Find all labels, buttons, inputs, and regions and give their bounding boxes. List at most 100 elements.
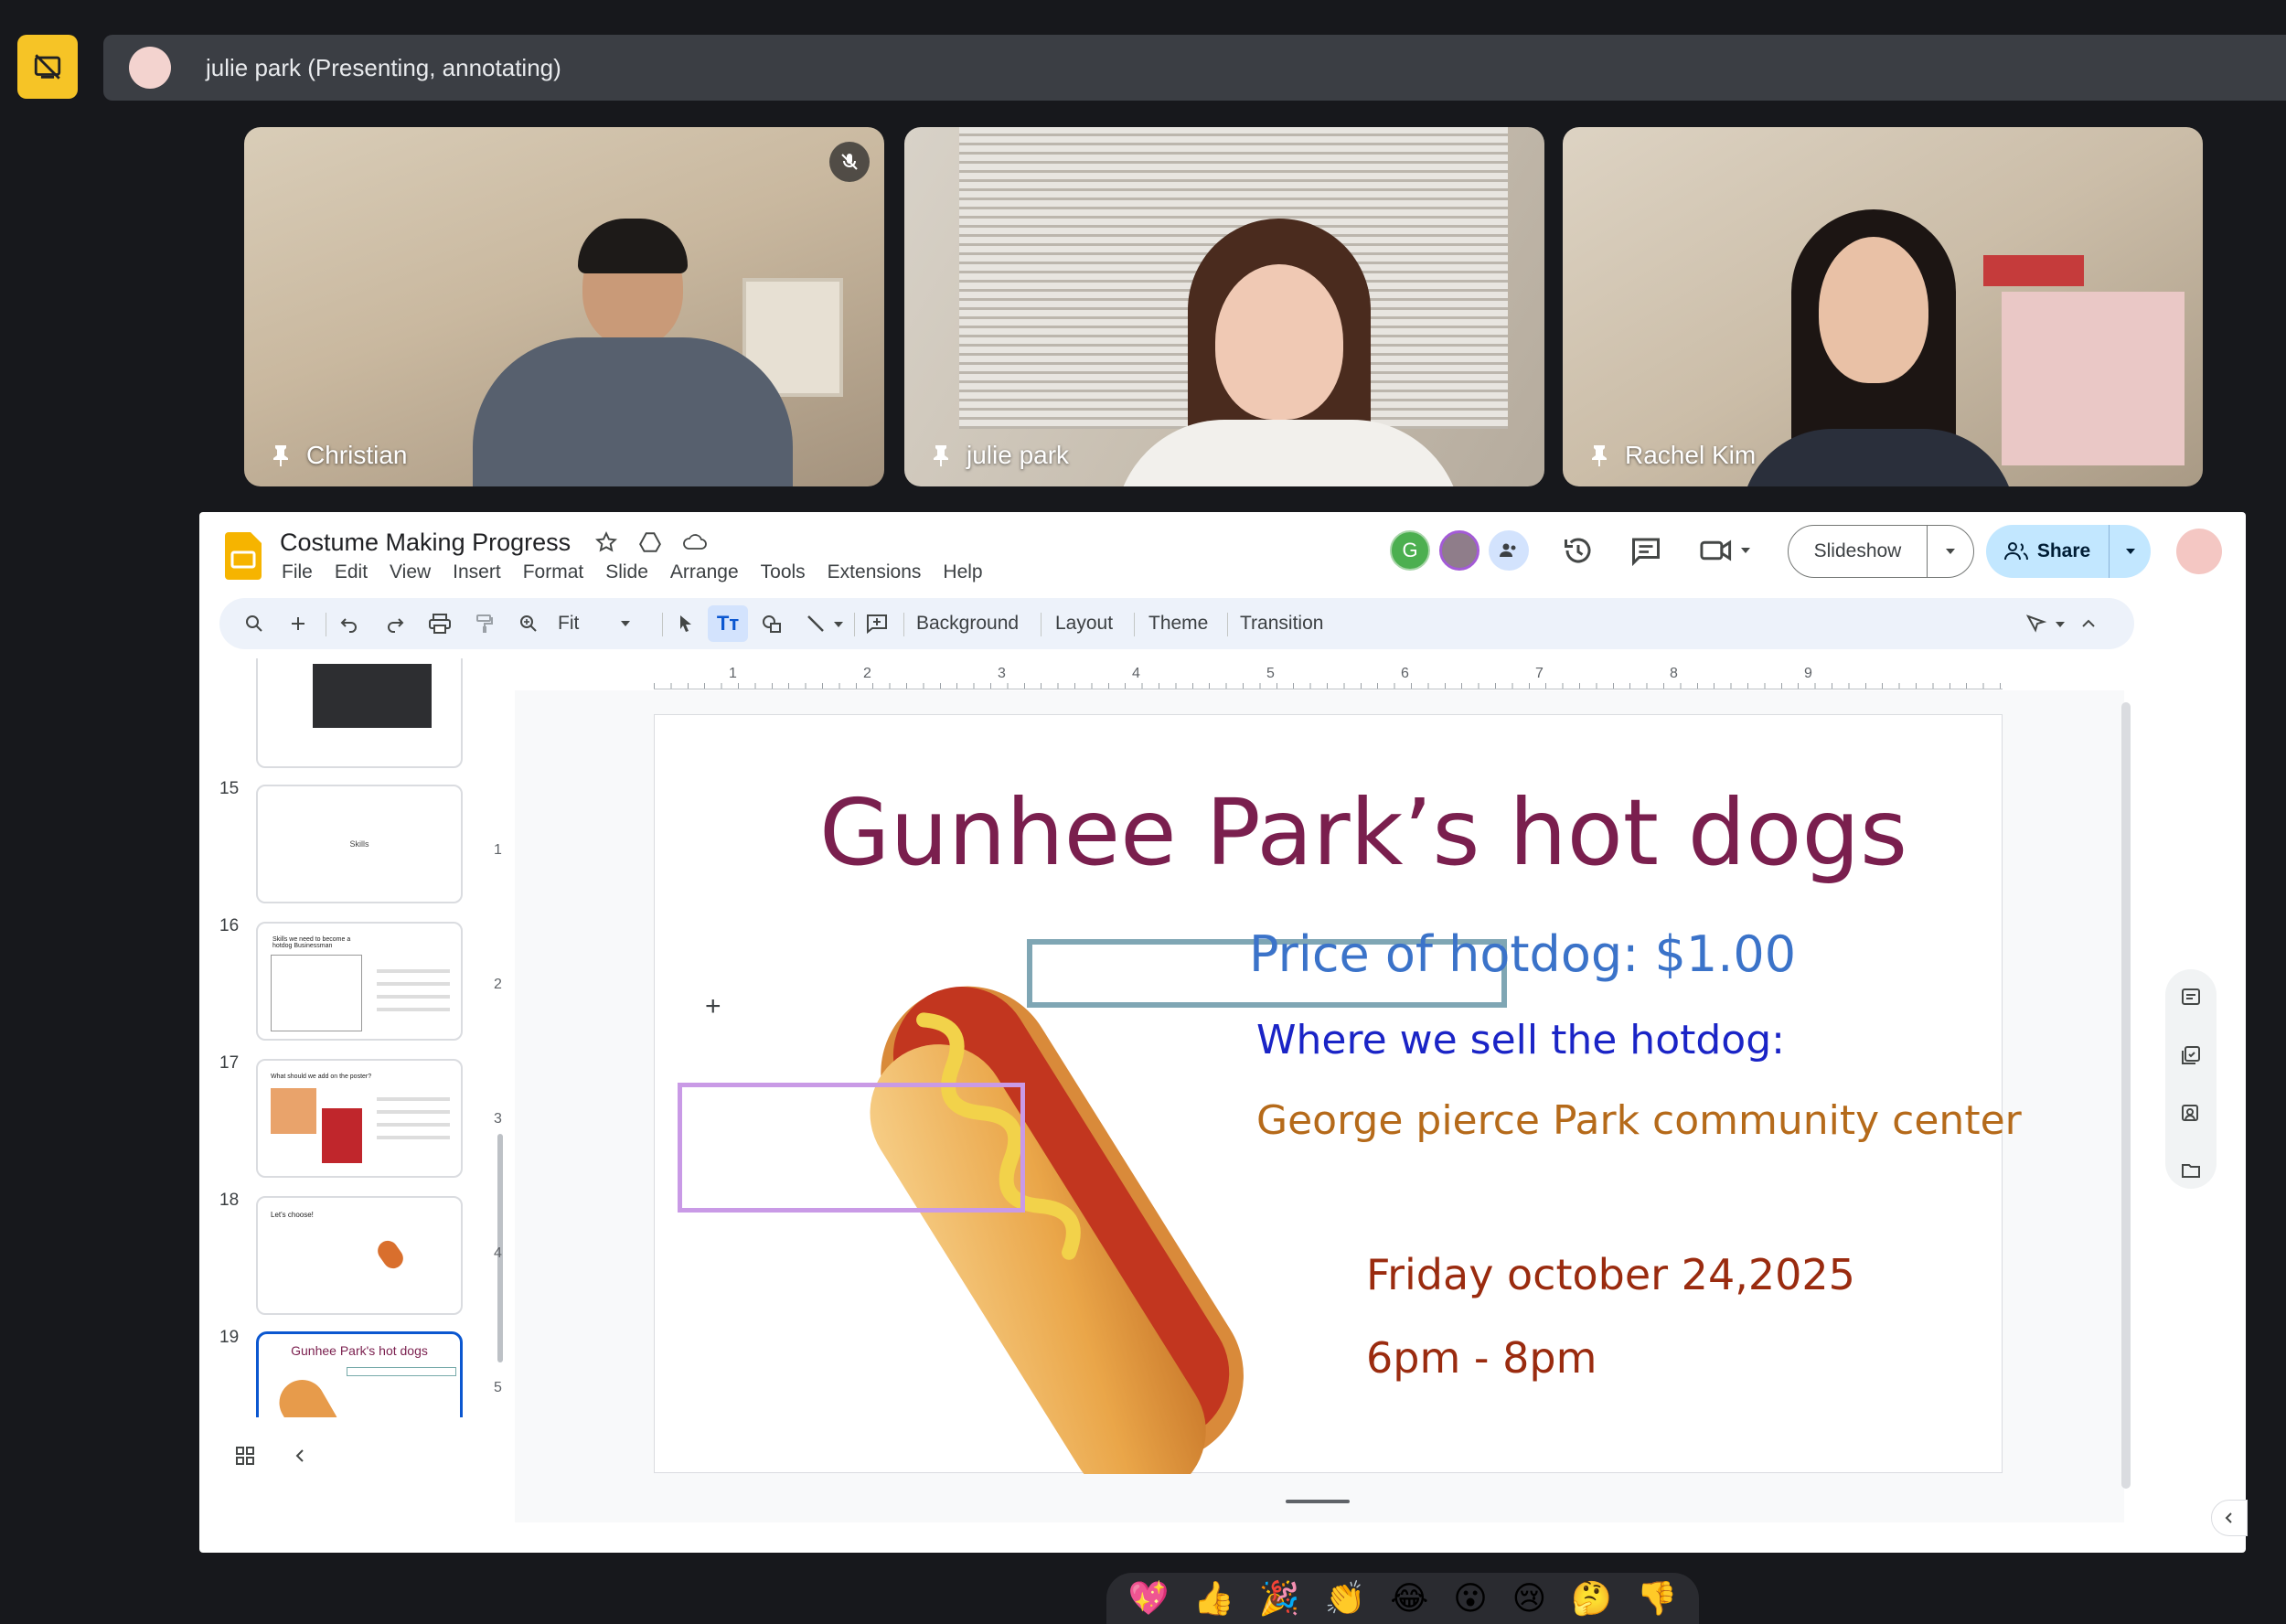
time-text[interactable]: 6pm - 8pm [1366,1333,1597,1383]
reaction-thinking[interactable]: 🤔 [1571,1582,1612,1615]
zoom-icon[interactable] [518,613,539,635]
canvas-scrollbar[interactable] [2121,702,2131,1489]
reaction-surprised[interactable]: 😮 [1453,1582,1488,1615]
share-button-group: Share [1986,525,2151,578]
slide-number: 16 [219,916,240,935]
select-cursor-icon[interactable] [675,613,697,635]
menu-view[interactable]: View [390,561,431,583]
reactions-bar: 💖 👍 🎉 👏 😂 😮 😢 🤔 👎 [1106,1573,1699,1624]
chevron-down-icon [1741,548,1750,553]
date-text[interactable]: Friday october 24,2025 [1366,1250,1855,1299]
collaborator-overflow[interactable] [1489,530,1529,571]
move-to-drive-icon[interactable] [638,530,662,554]
share-button[interactable]: Share [1986,525,2109,578]
chevron-down-icon[interactable] [832,620,845,629]
price-text[interactable]: Price of hotdog: $1.00 [1249,925,1796,983]
slide-thumbnail-16[interactable]: Skills we need to become a hotdog Busine… [256,922,463,1041]
side-panel [2165,969,2217,1189]
collaborator-avatar-photo[interactable] [1439,530,1479,571]
slide-thumbnail-15[interactable]: Skills [256,785,463,903]
participant-name: Rachel Kim [1590,441,1756,470]
location-heading[interactable]: Where we sell the hotdog: [1256,1017,1785,1063]
menu-slide[interactable]: Slide [605,561,648,583]
menu-tools[interactable]: Tools [761,561,806,583]
grid-view-icon[interactable] [234,1445,256,1467]
theme-button[interactable]: Theme [1148,598,1208,649]
speaker-notes-handle[interactable] [1286,1500,1350,1503]
slideshow-options-button[interactable] [1928,526,1973,577]
slides-logo-icon [225,532,262,580]
menu-format[interactable]: Format [523,561,584,583]
toolbar: Fit Tт Background Layout Theme Transitio… [219,598,2134,649]
keep-icon[interactable] [2180,986,2202,1008]
comments-icon[interactable] [1629,534,1662,567]
background-button[interactable]: Background [916,598,1019,649]
join-call-button[interactable] [1699,534,1752,567]
show-side-panel-button[interactable] [2211,1500,2248,1536]
reaction-sad[interactable]: 😢 [1512,1582,1547,1615]
menu-arrange[interactable]: Arrange [670,561,739,583]
shape-icon[interactable] [761,613,785,635]
slide-thumbnail-14[interactable] [256,658,463,768]
person-body [473,337,793,486]
menu-help[interactable]: Help [943,561,982,583]
add-comment-icon[interactable] [865,613,889,635]
thumbnail-hotdog [373,1236,408,1273]
version-history-icon[interactable] [1562,534,1595,567]
account-avatar[interactable] [2176,529,2222,574]
document-title[interactable]: Costume Making Progress [280,529,571,557]
video-tile-rachel-kim[interactable]: Rachel Kim [1563,127,2203,486]
reaction-thumbs-up[interactable]: 👍 [1193,1582,1234,1615]
slide[interactable]: Gunhee Park’s hot dogs Price of hotdog: … [654,714,2022,1474]
participant-name: julie park [932,441,1069,470]
stop-presenting-button[interactable] [17,35,78,99]
menu-file[interactable]: File [282,561,313,583]
collaborator-avatar[interactable]: G [1390,530,1430,571]
star-icon[interactable] [594,530,618,554]
slide-number: 19 [219,1328,240,1347]
text-box-icon[interactable]: Tт [708,605,748,642]
transition-button[interactable]: Transition [1240,598,1323,649]
print-icon[interactable] [428,613,452,635]
slideshow-button[interactable]: Slideshow [1789,526,1928,577]
reaction-sparkling-heart[interactable]: 💖 [1127,1582,1169,1615]
redo-icon[interactable] [384,613,406,635]
menu-extensions[interactable]: Extensions [828,561,922,583]
cloud-saved-icon[interactable] [682,530,708,554]
slide-thumbnail-18[interactable]: Let's choose! [256,1196,463,1315]
video-tile-julie-park[interactable]: julie park [904,127,1544,486]
reaction-clap[interactable]: 👏 [1325,1582,1366,1615]
reaction-laugh[interactable]: 😂 [1390,1582,1428,1615]
new-slide-icon[interactable] [287,613,309,635]
chevron-down-icon[interactable] [2054,620,2067,629]
present-off-icon [34,54,61,80]
tasks-icon[interactable] [2180,1044,2202,1066]
pen-tool-icon[interactable] [2024,613,2048,635]
wall-poster [2002,292,2185,465]
reaction-thumbs-down[interactable]: 👎 [1637,1582,1678,1615]
zoom-select[interactable]: Fit [558,598,649,649]
thumbnail-poster [322,1108,362,1163]
slide-title[interactable]: Gunhee Park’s hot dogs [819,779,1907,886]
wall-banner [1983,255,2084,286]
paint-format-icon[interactable] [474,613,496,635]
share-options-button[interactable] [2109,525,2151,578]
video-tile-christian[interactable]: Christian [244,127,884,486]
reaction-party[interactable]: 🎉 [1259,1582,1300,1615]
vruler-labels: 1 2 3 4 5 [494,842,502,1395]
folder-icon[interactable] [2180,1159,2202,1181]
undo-icon[interactable] [338,613,360,635]
slide-thumbnail-17[interactable]: What should we add on the poster? [256,1059,463,1178]
line-icon[interactable] [805,613,827,635]
collapse-filmstrip-icon[interactable] [291,1447,309,1465]
contacts-icon[interactable] [2180,1103,2202,1125]
collapse-menus-icon[interactable] [2079,614,2098,633]
crosshair-cursor-icon: + [705,991,721,1021]
menu-insert[interactable]: Insert [453,561,501,583]
layout-button[interactable]: Layout [1055,598,1113,649]
search-menus-icon[interactable] [243,613,265,635]
menu-edit[interactable]: Edit [335,561,368,583]
slide-thumbnail-19-selected[interactable]: Gunhee Park's hot dogs [256,1331,463,1417]
location-text[interactable]: George pierce Park community center [1256,1097,2022,1144]
annotation-rectangle[interactable] [678,1083,1025,1213]
